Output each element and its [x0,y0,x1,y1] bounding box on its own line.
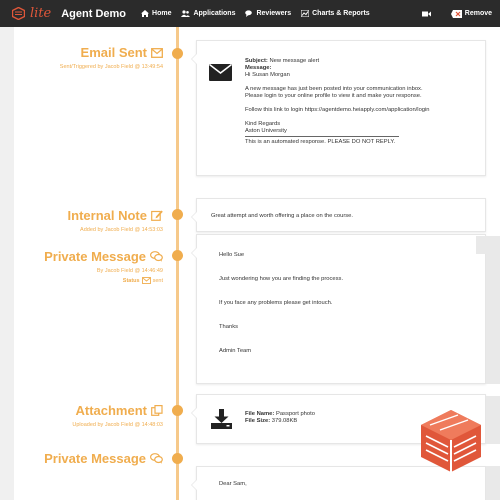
side-panel [486,466,500,500]
entry-title: Internal Note [68,208,163,223]
subject-label: Subject: [245,58,268,64]
file-size-label: File Size: [245,418,271,424]
side-panel [486,396,500,444]
nav-right: Remove [410,0,500,27]
edit-icon [151,210,163,221]
email-sent-meta: Sent/Triggered by Jacob Field @ 13:49:54 [59,64,163,70]
message-line: If you face any problems please get into… [219,300,333,306]
attachment-body: File Name: Passport photo File Size: 379… [245,411,315,425]
chat-icon [150,251,163,262]
internal-note-meta: Added by Jacob Field @ 14:53:03 [80,227,163,233]
files-icon [151,405,163,416]
comments-icon [245,10,253,17]
top-navbar: lite Agent Demo Home Applications Review… [0,0,500,27]
entry-title: Attachment [72,403,163,418]
private-message-meta: By Jacob Field @ 14:46:49 [96,268,163,274]
internal-note-title: Internal Note [67,208,147,223]
entry-title: Private Message [44,249,163,264]
email-line: Kind Regards [245,121,281,127]
remove-button[interactable]: Remove [443,0,500,27]
email-footer: This is an automated response. PLEASE DO… [245,139,396,145]
message-line: Just wondering how you are finding the p… [219,276,344,282]
remove-icon [450,9,462,18]
timeline-dot [172,48,183,59]
remove-label: Remove [464,10,492,17]
timeline-dot [172,250,183,261]
entry-title: Private Message [44,451,163,466]
users-icon [181,10,191,17]
private-message-title: Private Message [44,451,146,466]
video-button[interactable] [410,0,443,27]
file-size: 379.08KB [271,418,298,424]
private-message-status: Status sent [44,277,163,284]
video-camera-icon [421,11,431,16]
email-sent-title: Email Sent [80,45,147,60]
email-subject: New message alert [269,58,320,64]
envelope-icon [209,64,232,81]
download-icon[interactable] [211,409,232,429]
brand-watermark-icon [421,410,481,472]
divider [245,136,399,137]
message-line: Admin Team [219,348,252,354]
nav-charts-reports[interactable]: Charts & Reports [296,0,375,27]
private-message-card: Hello Sue Just wondering how you are fin… [191,234,486,384]
email-line: Follow this link to login https://agentd… [245,107,430,113]
attachment-meta: Uploaded by Jacob Field @ 14:48:03 [72,422,163,428]
envelope-icon [141,277,151,284]
nav-home-label: Home [152,10,172,17]
home-icon [141,10,150,17]
email-line: Hi Susan Morgan [245,72,290,78]
chat-icon [150,453,163,464]
timeline-dot [172,453,183,464]
note-text: Great attempt and worth offering a place… [211,213,354,219]
status-label: Status [122,277,140,284]
timeline-line [176,27,179,500]
side-panel [476,236,500,254]
nav-applications-label: Applications [193,10,236,17]
attachment-title: Attachment [75,403,147,418]
chart-icon [301,10,310,17]
logo-text: lite [30,6,52,21]
email-sent-header: Email Sent Sent/Triggered by Jacob Field… [60,45,163,70]
email-body: Subject: New message alert Message: Hi S… [245,58,475,146]
nav-home[interactable]: Home [136,0,176,27]
file-name-label: File Name: [245,411,275,417]
private-message-header: Private Message By Jacob Field @ 14:46:4… [44,249,163,284]
file-name: Passport photo [275,411,315,417]
private-message-body: Hello Sue Just wondering how you are fin… [219,252,343,355]
private-message-header: Private Message [44,451,163,466]
note-card: Great attempt and worth offering a place… [191,198,486,232]
internal-note-header: Internal Note Added by Jacob Field @ 14:… [68,208,163,233]
message-line: Dear Sam, [219,481,247,487]
timeline-dot [172,405,183,416]
envelope-icon [151,47,163,58]
timeline-dot [172,209,183,220]
attachment-header: Attachment Uploaded by Jacob Field @ 14:… [72,403,163,428]
left-gutter [0,27,14,500]
app-name: Agent Demo [61,7,127,20]
nav-applications[interactable]: Applications [176,0,240,27]
email-line: Please login to your online profile to v… [245,93,422,99]
nav-reviewers-label: Reviewers [256,10,292,17]
side-panel [486,254,500,384]
message-line: Hello Sue [219,252,245,258]
nav-reviewers[interactable]: Reviewers [240,0,296,27]
email-line: A new message has just been posted into … [245,86,423,92]
message-label: Message: [245,65,272,71]
message-line: Thanks [219,324,239,330]
logo-icon [12,7,25,20]
private-message-title: Private Message [44,249,146,264]
nav-charts-reports-label: Charts & Reports [312,10,370,17]
email-card: Subject: New message alert Message: Hi S… [191,40,486,176]
entry-title: Email Sent [60,45,163,60]
brand[interactable]: lite Agent Demo [0,0,136,27]
status-value: sent [152,277,163,284]
email-line: Aston University [245,128,287,134]
